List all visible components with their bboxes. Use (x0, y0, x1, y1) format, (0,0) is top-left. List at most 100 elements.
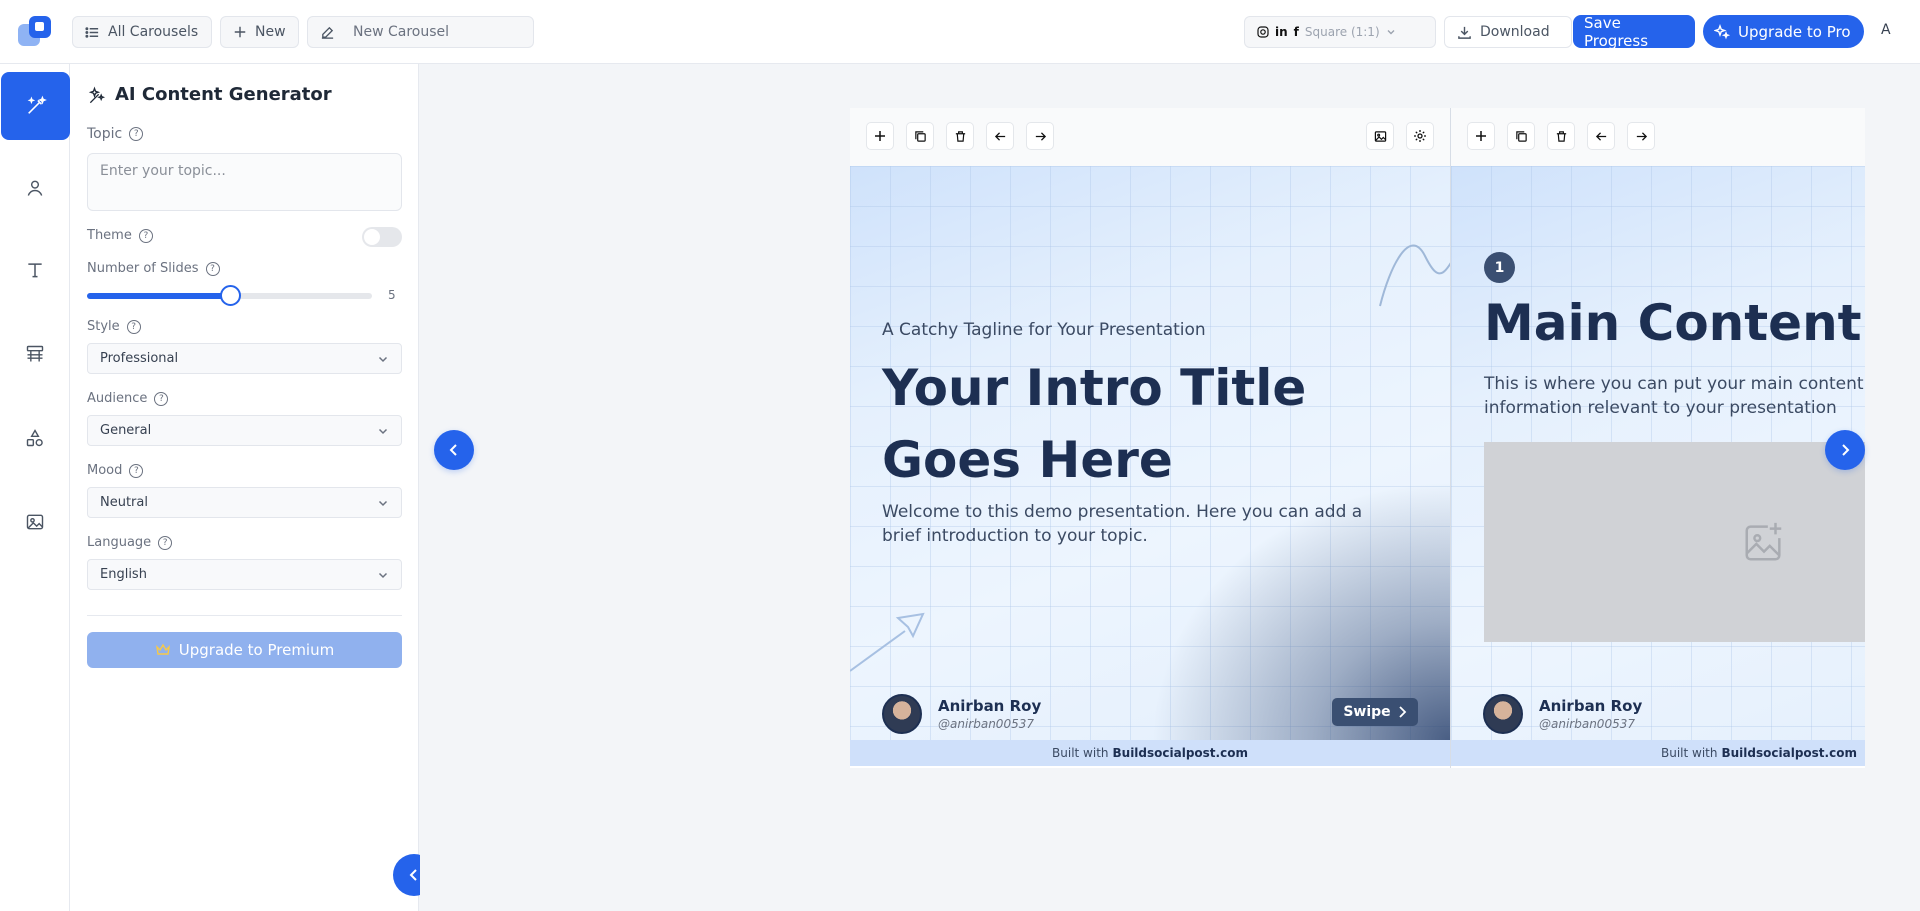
slide-settings-button[interactable] (1406, 122, 1434, 150)
download-button[interactable]: Download (1444, 16, 1572, 48)
rail-background[interactable] (0, 320, 69, 388)
help-icon[interactable]: ? (126, 319, 141, 334)
audience-select[interactable]: General (87, 415, 402, 446)
rail-profile[interactable] (0, 154, 69, 222)
language-label-row: Language ? (87, 535, 173, 550)
slide-description[interactable]: Welcome to this demo presentation. Here … (882, 500, 1402, 548)
chevron-left-icon (449, 444, 457, 456)
tool-rail (0, 64, 70, 911)
move-left-button[interactable] (1587, 122, 1615, 150)
slide-title[interactable]: Your Intro Title Goes Here (882, 352, 1422, 496)
user-avatar-initial[interactable]: A (1881, 22, 1891, 38)
add-slide-button[interactable] (1467, 122, 1495, 150)
footer-prefix: Built with (1661, 746, 1718, 760)
delete-slide-button[interactable] (1547, 122, 1575, 150)
slide-image-button[interactable] (1366, 122, 1394, 150)
rail-ai-generator[interactable] (1, 72, 70, 140)
slide-intro[interactable]: A Catchy Tagline for Your Presentation Y… (850, 108, 1450, 768)
swipe-label: Swipe (1343, 704, 1391, 720)
upgrade-pro-button[interactable]: Upgrade to Pro (1703, 15, 1864, 48)
audience-label-row: Audience ? (87, 391, 169, 406)
upgrade-pro-label: Upgrade to Pro (1738, 22, 1851, 41)
slide-footer: Built with Buildsocialpost.com (850, 740, 1450, 766)
top-bar: All Carousels New New Carousel in f Squa… (0, 0, 1920, 64)
panel-title: AI Content Generator (115, 84, 332, 105)
save-progress-button[interactable]: Save Progress (1573, 13, 1695, 50)
next-slide-button[interactable] (1825, 430, 1865, 470)
chevron-down-icon (378, 500, 388, 506)
help-icon[interactable]: ? (154, 391, 169, 406)
mood-select[interactable]: Neutral (87, 487, 402, 518)
language-value: English (100, 567, 147, 582)
trash-icon (955, 130, 965, 142)
theme-toggle[interactable] (362, 227, 402, 247)
author-handle: @anirban00537 (938, 717, 1034, 731)
duplicate-slide-button[interactable] (1507, 122, 1535, 150)
upgrade-premium-button[interactable]: Upgrade to Premium (87, 632, 402, 668)
download-icon (1458, 26, 1471, 39)
help-icon[interactable]: ? (205, 261, 220, 276)
arrow-left-icon (994, 131, 1005, 141)
author-block: Anirban Roy @anirban00537 (882, 694, 1041, 734)
slide-description[interactable]: This is where you can put your main cont… (1484, 372, 1865, 420)
image-placeholder[interactable] (1484, 442, 1865, 642)
rail-elements[interactable] (0, 404, 69, 472)
slide-content: 1 Main Content Sl This is where you can … (1451, 166, 1865, 766)
upgrade-premium-label: Upgrade to Premium (178, 641, 335, 659)
app-logo[interactable] (18, 16, 54, 48)
audience-label: Audience (87, 391, 148, 406)
topic-input[interactable]: Enter your topic... (87, 153, 402, 211)
format-selector[interactable]: in f Square (1:1) (1244, 16, 1436, 48)
style-label-row: Style ? (87, 319, 141, 334)
slide-title[interactable]: Main Content Sl (1484, 294, 1865, 352)
trash-icon (1556, 130, 1566, 142)
add-image-icon (1745, 522, 1782, 561)
slide-tagline[interactable]: A Catchy Tagline for Your Presentation (882, 320, 1206, 340)
author-name: Anirban Roy (1539, 697, 1643, 715)
slide-toolbar (850, 108, 1450, 166)
arrow-left-icon (1595, 131, 1606, 141)
plus-icon (875, 131, 885, 141)
format-selector-label: Square (1:1) (1304, 25, 1380, 39)
language-select[interactable]: English (87, 559, 402, 590)
slides-slider-handle[interactable] (219, 285, 241, 306)
paper-plane-decoration-icon (850, 612, 925, 672)
slide-content: A Catchy Tagline for Your Presentation Y… (850, 166, 1450, 766)
rail-images[interactable] (0, 488, 69, 556)
user-icon (27, 180, 42, 196)
slide-clip: 1 Main Content Sl This is where you can … (1450, 108, 1865, 768)
slide-footer: Built with Buildsocialpost.com (1451, 740, 1865, 766)
theme-label-row: Theme ? (87, 228, 153, 243)
copy-icon (1515, 130, 1527, 142)
edit-icon (321, 26, 334, 39)
duplicate-slide-button[interactable] (906, 122, 934, 150)
move-right-button[interactable] (1026, 122, 1054, 150)
ai-sparkle-icon (88, 86, 106, 104)
avatar (1483, 694, 1523, 734)
chevron-down-icon (1387, 30, 1395, 35)
move-left-button[interactable] (986, 122, 1014, 150)
mood-label: Mood (87, 463, 123, 478)
help-icon[interactable]: ? (129, 463, 144, 478)
add-slide-button[interactable] (866, 122, 894, 150)
slides-slider-fill (87, 293, 230, 299)
rail-text[interactable] (0, 236, 69, 304)
linkedin-icon: in (1275, 25, 1288, 39)
footer-prefix: Built with (1052, 746, 1109, 760)
slide-main-content[interactable]: 1 Main Content Sl This is where you can … (1450, 108, 1865, 768)
help-icon[interactable]: ? (129, 127, 144, 141)
all-carousels-button[interactable]: All Carousels (72, 16, 212, 48)
mood-label-row: Mood ? (87, 463, 144, 478)
plus-icon (1476, 131, 1486, 141)
delete-slide-button[interactable] (946, 122, 974, 150)
instagram-icon (1257, 26, 1269, 38)
new-button[interactable]: New (220, 16, 299, 48)
carousel-name-field[interactable]: New Carousel (307, 16, 534, 48)
style-select[interactable]: Professional (87, 343, 402, 374)
help-icon[interactable]: ? (138, 228, 153, 243)
move-right-button[interactable] (1627, 122, 1655, 150)
help-icon[interactable]: ? (158, 535, 173, 550)
previous-slide-button[interactable] (434, 430, 474, 470)
save-progress-label: Save Progress (1584, 13, 1649, 50)
text-icon (27, 263, 42, 278)
